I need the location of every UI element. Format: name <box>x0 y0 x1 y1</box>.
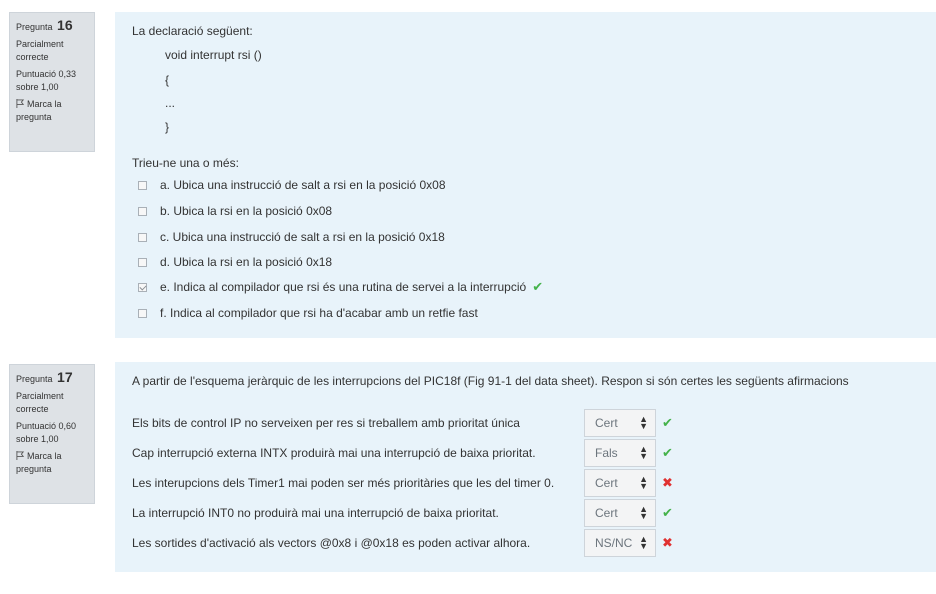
checkbox[interactable] <box>138 232 147 242</box>
q17-row: Cap interrupció externa INTX produirà ma… <box>132 439 936 467</box>
answer-select[interactable]: Cert ▲ ▼ <box>584 469 656 497</box>
q17-content: A partir de l'esquema jeràrquic de les i… <box>115 362 936 572</box>
answer-select[interactable]: NS/NC ▲ ▼ <box>584 529 656 557</box>
checkbox-checked[interactable] <box>138 282 147 292</box>
sort-arrows-icon: ▲ ▼ <box>639 504 648 521</box>
q16-state: Parcialment correcte <box>16 39 64 62</box>
q17-statement: La interrupció INT0 no produirà mai una … <box>132 506 499 520</box>
sort-arrows-icon: ▲ ▼ <box>639 534 648 551</box>
check-icon: ✔ <box>532 279 544 294</box>
q17-info-panel: Pregunta 17 Parcialment correcte Puntuac… <box>9 364 95 504</box>
q17-state: Parcialment correcte <box>16 391 64 414</box>
q16-option-f[interactable]: f. Indica al compilador que rsi ha d'aca… <box>138 304 478 322</box>
q17-number: Pregunta 17 <box>16 369 73 385</box>
check-icon: ✔ <box>662 505 673 520</box>
q17-row: Els bits de control IP no serveixen per … <box>132 409 936 437</box>
checkbox[interactable] <box>138 308 147 318</box>
flag-icon <box>16 451 25 460</box>
check-icon: ✔ <box>662 445 673 460</box>
q17-statement: Les interupcions dels Timer1 mai poden s… <box>132 476 555 490</box>
q16-flag-link[interactable]: Marca la pregunta <box>16 98 88 124</box>
answer-select[interactable]: Cert ▲ ▼ <box>584 409 656 437</box>
flag-icon <box>16 99 25 108</box>
q17-flag-link[interactable]: Marca la pregunta <box>16 450 88 476</box>
q17-row: La interrupció INT0 no produirà mai una … <box>132 499 936 527</box>
q16-option-d[interactable]: d. Ubica la rsi en la posició 0x18 <box>138 253 332 271</box>
q17-grade: Puntuació 0,60 sobre 1,00 <box>16 421 77 444</box>
q16-option-b[interactable]: b. Ubica la rsi en la posició 0x08 <box>138 202 332 220</box>
checkbox[interactable] <box>138 257 147 267</box>
q16-grade: Puntuació 0,33 sobre 1,00 <box>16 69 77 92</box>
q16-option-c[interactable]: c. Ubica una instrucció de salt a rsi en… <box>138 228 445 246</box>
q16-info-panel: Pregunta 16 Parcialment correcte Puntuac… <box>9 12 95 152</box>
checkbox[interactable] <box>138 206 147 216</box>
sort-arrows-icon: ▲ ▼ <box>639 474 648 491</box>
q16-number: Pregunta 16 <box>16 17 73 33</box>
q16-option-a[interactable]: a. Ubica una instrucció de salt a rsi en… <box>138 176 446 194</box>
q17-statement: Les sortides d'activació als vectors @0x… <box>132 536 531 550</box>
q17-row: Les interupcions dels Timer1 mai poden s… <box>132 469 936 497</box>
q16-intro: La declaració següent: <box>132 24 253 38</box>
q16-prompt: Trieu-ne una o més: <box>132 156 239 170</box>
q16-code-line: ... <box>165 96 176 110</box>
q16-content: La declaració següent: void interrupt rs… <box>115 12 936 338</box>
answer-select[interactable]: Cert ▲ ▼ <box>584 499 656 527</box>
q16-code-line: { <box>165 73 170 87</box>
check-icon: ✔ <box>662 415 673 430</box>
q16-option-e[interactable]: e. Indica al compilador que rsi és una r… <box>138 278 543 296</box>
q17-statement: Cap interrupció externa INTX produirà ma… <box>132 446 536 460</box>
cross-icon: ✖ <box>662 475 673 490</box>
q17-statement: Els bits de control IP no serveixen per … <box>132 416 520 430</box>
q17-row: Les sortides d'activació als vectors @0x… <box>132 529 936 557</box>
cross-icon: ✖ <box>662 535 673 550</box>
checkbox[interactable] <box>138 180 147 190</box>
q17-intro: A partir de l'esquema jeràrquic de les i… <box>132 374 849 388</box>
sort-arrows-icon: ▲ ▼ <box>639 444 648 461</box>
q16-code-line: } <box>165 120 170 134</box>
sort-arrows-icon: ▲ ▼ <box>639 414 648 431</box>
answer-select[interactable]: Fals ▲ ▼ <box>584 439 656 467</box>
q16-code-line: void interrupt rsi () <box>165 48 262 62</box>
